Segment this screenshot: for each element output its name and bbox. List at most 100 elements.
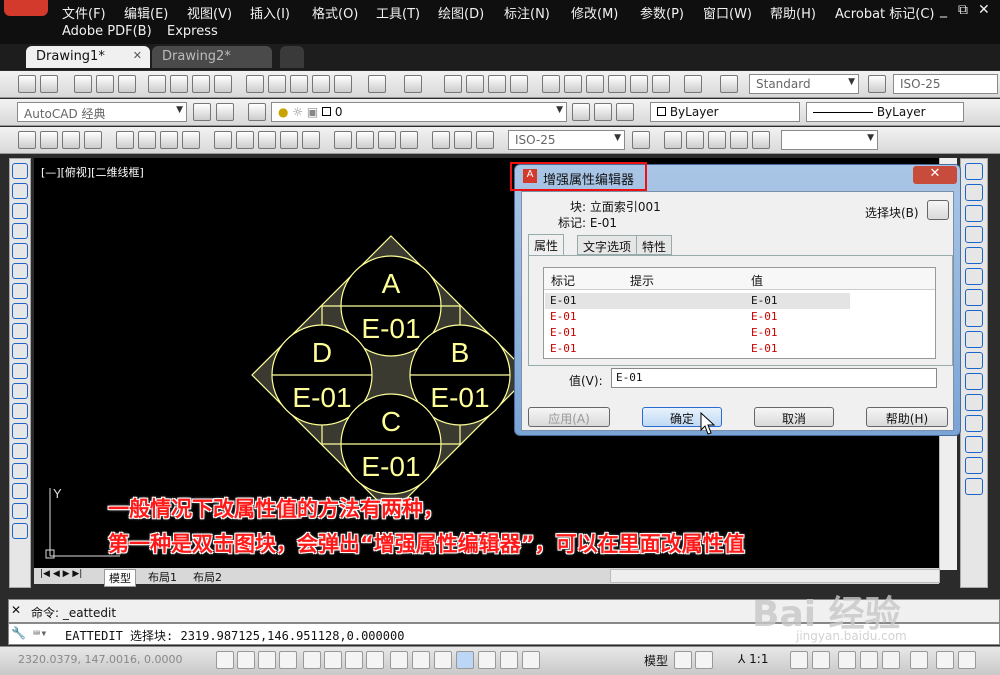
- fillet-icon[interactable]: [965, 457, 983, 474]
- 3d-osnap-icon[interactable]: [345, 651, 363, 669]
- table-row[interactable]: E-01 E-01: [545, 293, 850, 309]
- caption-line-1: 一般情况下改属性值的方法有两种，: [108, 497, 444, 521]
- annotation-visibility-icon[interactable]: [790, 651, 808, 669]
- row-tag: E-01: [550, 342, 577, 355]
- transparency-icon[interactable]: [456, 651, 474, 669]
- value-label: 值(V):: [569, 374, 603, 388]
- column-header-prompt[interactable]: 提示: [630, 272, 654, 289]
- value-input[interactable]: E-01: [611, 368, 937, 388]
- block-name-label: 块: 立面索引001: [570, 200, 661, 214]
- attribute-table: 标记 提示 值 E-01 E-01 E-01 E-01 E-01 E-01 E-…: [543, 267, 936, 359]
- erase-icon[interactable]: [965, 163, 983, 180]
- block-value-c: E-01: [361, 451, 420, 482]
- command-input-text[interactable]: EATTEDIT 选择块: 2319.987125,146.951128,0.0…: [65, 627, 404, 644]
- block-value-d: E-01: [292, 382, 351, 413]
- row-tag: E-01: [550, 294, 577, 307]
- osnap-icon[interactable]: [324, 651, 342, 669]
- block-value-a: E-01: [361, 313, 420, 344]
- join-icon[interactable]: [965, 415, 983, 432]
- isolate-objects-icon[interactable]: [910, 651, 928, 669]
- explode-icon[interactable]: [965, 478, 983, 495]
- baidu-watermark: Bai 经验 jingyan.baidu.com: [752, 585, 907, 643]
- tab-text-options[interactable]: 文字选项: [577, 235, 638, 255]
- help-button[interactable]: 帮助(H): [866, 407, 948, 427]
- auto-scale-icon[interactable]: [812, 651, 830, 669]
- status-menu-icon[interactable]: [936, 651, 954, 669]
- table-row[interactable]: E-01 E-01: [545, 341, 850, 357]
- layout-nav-arrows-icon[interactable]: |◀ ◀ ▶ ▶|: [40, 569, 82, 579]
- model-space-button[interactable]: 模型: [644, 652, 668, 669]
- quick-view-icon[interactable]: [695, 651, 713, 669]
- row-value: E-01: [751, 342, 778, 355]
- extend-icon[interactable]: [965, 373, 983, 390]
- tab-properties[interactable]: 特性: [636, 235, 673, 255]
- copy-object-icon[interactable]: [965, 184, 983, 201]
- select-block-icon[interactable]: [927, 200, 949, 220]
- row-value: E-01: [751, 294, 778, 307]
- close-icon[interactable]: ✕: [11, 603, 21, 617]
- rotate-icon[interactable]: [965, 289, 983, 306]
- select-block-label: 选择块(B): [865, 206, 919, 220]
- block-value-b: E-01: [430, 382, 489, 413]
- tag-label: 标记: E-01: [558, 216, 618, 230]
- coordinate-readout[interactable]: 2320.0379, 147.0016, 0.0000: [18, 653, 182, 666]
- block-label-b: B: [451, 337, 470, 368]
- annotation-scale-value: 1:1: [749, 652, 769, 666]
- title-highlight-box: [510, 162, 647, 191]
- offset-icon[interactable]: [965, 226, 983, 243]
- dyn-icon[interactable]: [412, 651, 430, 669]
- annotation-scale[interactable]: ⅄ 1:1: [738, 652, 768, 666]
- hardware-acceleration-icon[interactable]: [882, 651, 900, 669]
- workspace-switch-icon[interactable]: [838, 651, 856, 669]
- modify-toolbar: [960, 158, 988, 588]
- dialog-close-button[interactable]: ✕: [913, 166, 957, 184]
- snap-icon[interactable]: [237, 651, 255, 669]
- tab-model[interactable]: 模型: [104, 569, 136, 587]
- clean-screen-icon[interactable]: [958, 651, 976, 669]
- lineweight-icon[interactable]: [434, 651, 452, 669]
- trim-icon[interactable]: [965, 352, 983, 369]
- move-icon[interactable]: [965, 268, 983, 285]
- ucs-y-label: Y: [53, 486, 62, 501]
- watermark-url: jingyan.baidu.com: [796, 629, 907, 643]
- break-icon[interactable]: [965, 394, 983, 411]
- block-label-d: D: [312, 337, 332, 368]
- infer-constraints-icon[interactable]: [216, 651, 234, 669]
- caption-line-2: 第一种是双击图块，会弹出“增强属性编辑器”，可以在里面改属性值: [108, 532, 745, 556]
- tab-attributes[interactable]: 属性: [528, 234, 565, 256]
- column-header-value[interactable]: 值: [751, 272, 763, 289]
- row-value: E-01: [751, 326, 778, 339]
- selection-cycling-icon[interactable]: [500, 651, 518, 669]
- row-value: E-01: [751, 310, 778, 323]
- grid-icon[interactable]: [258, 651, 276, 669]
- tab-layout1[interactable]: 布局1: [144, 569, 181, 585]
- chamfer-icon[interactable]: [965, 436, 983, 453]
- table-row[interactable]: E-01 E-01: [545, 309, 850, 325]
- stretch-icon[interactable]: [965, 331, 983, 348]
- table-row[interactable]: E-01 E-01: [545, 325, 850, 341]
- command-history-text: 命令: _eattedit: [31, 606, 117, 620]
- ducs-icon[interactable]: [390, 651, 408, 669]
- layout-view-icon[interactable]: [674, 651, 692, 669]
- array-icon[interactable]: [965, 247, 983, 264]
- status-bar: 2320.0379, 147.0016, 0.0000 模型 ⅄ 1:1: [0, 646, 1000, 675]
- mirror-icon[interactable]: [965, 205, 983, 222]
- apply-button[interactable]: 应用(A): [528, 407, 610, 427]
- row-tag: E-01: [550, 310, 577, 323]
- ortho-icon[interactable]: [279, 651, 297, 669]
- block-label-a: A: [382, 268, 401, 299]
- cancel-button[interactable]: 取消: [754, 407, 834, 427]
- polar-icon[interactable]: [303, 651, 321, 669]
- horizontal-scrollbar[interactable]: [610, 569, 940, 583]
- scale-icon[interactable]: [965, 310, 983, 327]
- column-header-tag[interactable]: 标记: [551, 272, 575, 289]
- table-header: 标记 提示 值: [544, 268, 935, 290]
- annotation-monitor-icon[interactable]: [522, 651, 540, 669]
- wrench-icon[interactable]: 🔧: [11, 626, 26, 640]
- block-label-c: C: [381, 406, 401, 437]
- tab-layout2[interactable]: 布局2: [189, 569, 226, 585]
- mouse-cursor-icon: [700, 412, 716, 435]
- quick-properties-icon[interactable]: [478, 651, 496, 669]
- otrack-icon[interactable]: [366, 651, 384, 669]
- lock-ui-icon[interactable]: [860, 651, 878, 669]
